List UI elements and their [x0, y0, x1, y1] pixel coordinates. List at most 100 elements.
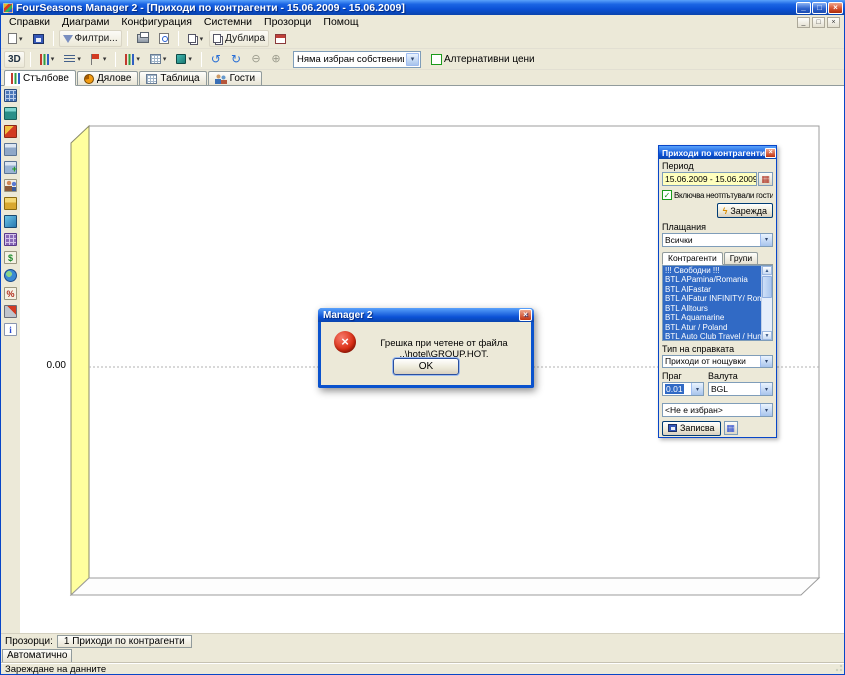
error-dialog-titlebar: Manager 2 ×: [318, 308, 534, 322]
menu-configuration[interactable]: Конфигурация: [115, 15, 197, 29]
tab-table[interactable]: Таблица: [139, 71, 206, 85]
hotel-combo-arrow-icon[interactable]: ▾: [760, 404, 772, 416]
mdi-minimize-button[interactable]: _: [797, 17, 810, 28]
list-item[interactable]: BTL Aquamarine: [663, 313, 761, 323]
payments-combo-arrow-icon[interactable]: ▾: [760, 234, 772, 246]
save-button[interactable]: [29, 30, 48, 47]
report-type-combo[interactable]: Приходи от нощувки ▾: [662, 355, 773, 369]
list-item[interactable]: !!! Свободни !!!: [663, 266, 761, 276]
threshold-arrow-icon[interactable]: ▾: [691, 383, 703, 395]
list-item[interactable]: BTL APamina/Romania: [663, 275, 761, 285]
view-tabbar: Стълбове Дялове Таблица Гости: [1, 70, 844, 86]
list-item[interactable]: BTL AlFatur INFINITY/ Romani: [663, 294, 761, 304]
duplicate-label: Дублира: [225, 33, 265, 44]
table-report-icon[interactable]: [4, 89, 17, 102]
panel-close-button[interactable]: ×: [765, 148, 776, 158]
globe-icon[interactable]: [4, 269, 17, 282]
minimize-button[interactable]: _: [796, 2, 811, 14]
period-label: Период: [662, 161, 773, 171]
calendar-picker-button[interactable]: ▦: [758, 172, 773, 186]
owner-combo[interactable]: Няма избран собственици ▾: [293, 51, 421, 68]
hotel-combo[interactable]: <Не е избран> ▾: [662, 403, 773, 417]
menu-help[interactable]: Помощ: [317, 15, 364, 29]
load-button[interactable]: ϟЗарежда: [717, 203, 773, 218]
copy-button[interactable]: ▾: [184, 30, 208, 47]
hotel-services-icon[interactable]: [4, 215, 17, 228]
colors-button[interactable]: ▾: [172, 51, 196, 68]
menu-system[interactable]: Системни: [198, 15, 258, 29]
print-preview-button[interactable]: [155, 30, 173, 47]
close-button[interactable]: ×: [828, 2, 843, 14]
tab-contractors[interactable]: Контрагенти: [662, 252, 723, 265]
view-3d-button[interactable]: 3D: [4, 51, 25, 68]
error-icon: ×: [334, 331, 356, 353]
list-item[interactable]: BTL Auto Club Travel / Hunga: [663, 332, 761, 340]
scroll-up-button[interactable]: ▲: [762, 266, 772, 275]
period-field[interactable]: 15.06.2009 - 15.06.2009: [662, 172, 757, 186]
scroll-down-button[interactable]: ▼: [762, 331, 772, 340]
list-item[interactable]: BTL AlFastar: [663, 285, 761, 295]
include-guests-checkbox[interactable]: ✓: [662, 190, 672, 200]
payments-combo-value: Всички: [665, 235, 693, 245]
toolbar-separator: [30, 52, 31, 67]
list-item[interactable]: BTL Atur / Poland: [663, 323, 761, 333]
currency-combo[interactable]: BGL ▾: [708, 382, 773, 396]
marks-button[interactable]: ▾: [87, 51, 111, 68]
rotate-right-button[interactable]: ↻: [227, 51, 245, 68]
series-button[interactable]: ▾: [121, 51, 144, 68]
wizard-icon[interactable]: [4, 125, 17, 138]
window-tab-revenue[interactable]: 1 Приходи по контрагенти: [57, 635, 192, 648]
error-dialog-title: Manager 2: [323, 310, 372, 321]
printer-icon: [137, 34, 149, 43]
new-report-button[interactable]: ▾: [4, 30, 27, 47]
tab-columns[interactable]: Стълбове: [4, 70, 76, 86]
payments-combo[interactable]: Всички ▾: [662, 233, 773, 247]
tab-guests[interactable]: Гости: [208, 71, 262, 85]
window-refresh-icon[interactable]: [4, 107, 17, 120]
alt-prices-checkbox[interactable]: [431, 54, 442, 65]
currency-combo-arrow-icon[interactable]: ▾: [760, 383, 772, 395]
add-window-icon[interactable]: [4, 161, 17, 174]
guests-list-icon[interactable]: [4, 179, 17, 192]
toolbar-separator: [115, 52, 116, 67]
duplicate-button[interactable]: Дублира: [209, 30, 269, 47]
save-report-button[interactable]: Записва: [662, 421, 721, 436]
print-button[interactable]: [133, 30, 153, 47]
owner-combo-arrow-icon[interactable]: ▾: [406, 53, 419, 66]
scroll-thumb[interactable]: [762, 276, 772, 298]
menu-reports[interactable]: Справки: [3, 15, 56, 29]
calendar-button[interactable]: [271, 30, 290, 47]
zoom-out-button[interactable]: ⊖: [247, 51, 265, 68]
export-table-button[interactable]: ▦: [724, 421, 738, 435]
window-icon[interactable]: [4, 143, 17, 156]
maximize-button[interactable]: □: [812, 2, 827, 14]
list-item[interactable]: BTL Alltours: [663, 304, 761, 314]
grid-button[interactable]: ▾: [146, 51, 171, 68]
menu-diagrams[interactable]: Диаграми: [56, 15, 115, 29]
threshold-input[interactable]: 0.01 ▾: [662, 382, 704, 396]
chart-type-button[interactable]: ▾: [36, 51, 59, 68]
currency-icon[interactable]: $: [4, 251, 17, 264]
info-icon[interactable]: i: [4, 323, 17, 336]
panel-tabs: Контрагенти Групи: [662, 252, 773, 265]
mdi-restore-button[interactable]: □: [812, 17, 825, 28]
report-type-combo-arrow-icon[interactable]: ▾: [760, 356, 772, 368]
folder-icon[interactable]: [4, 197, 17, 210]
legend-button[interactable]: ▾: [60, 51, 85, 68]
report-panel-title: Приходи по контрагенти: [662, 148, 765, 158]
discounts-icon[interactable]: %: [4, 287, 17, 300]
tab-shares[interactable]: Дялове: [77, 71, 138, 85]
mdi-close-button[interactable]: ×: [827, 17, 840, 28]
filters-button[interactable]: Филтри...: [59, 30, 122, 47]
zoom-in-button[interactable]: ⊕: [267, 51, 285, 68]
dialog-close-button[interactable]: ×: [519, 309, 532, 321]
ok-button[interactable]: OK: [393, 358, 459, 375]
payments-label: Плащания: [662, 222, 773, 232]
resize-grip[interactable]: [834, 664, 843, 673]
automatic-button[interactable]: Автоматично: [2, 649, 72, 663]
tab-groups[interactable]: Групи: [724, 252, 758, 264]
rotate-left-button[interactable]: ↺: [207, 51, 225, 68]
rooms-grid-icon[interactable]: [4, 233, 17, 246]
menu-windows[interactable]: Прозорци: [258, 15, 317, 29]
tools-icon[interactable]: [4, 305, 17, 318]
